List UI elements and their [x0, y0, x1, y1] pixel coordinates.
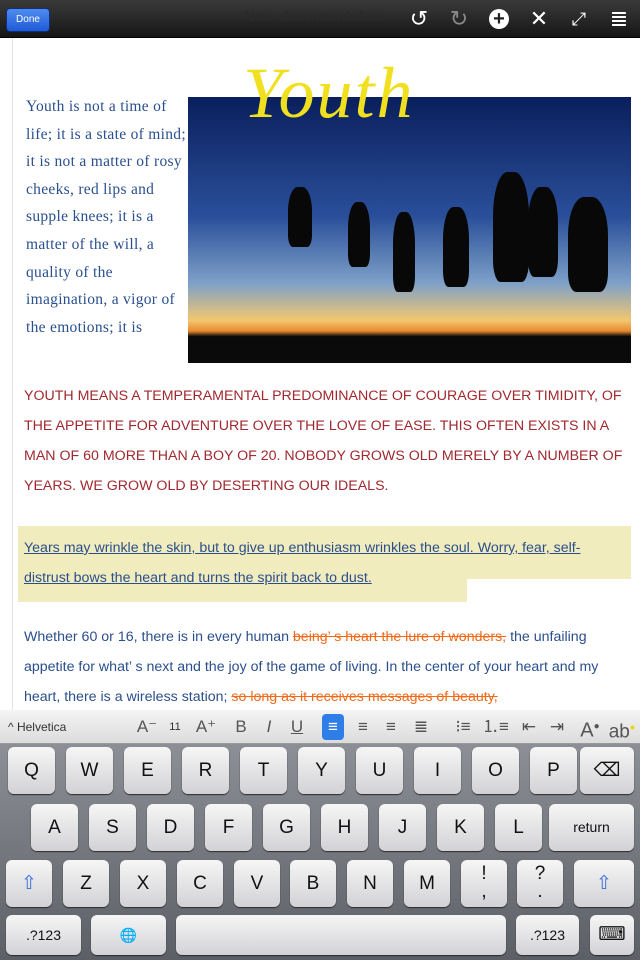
outdent-button[interactable]: ⇤	[518, 714, 540, 740]
align-center-button[interactable]: ≡	[352, 714, 374, 740]
font-picker[interactable]: ^ Helvetica	[8, 714, 66, 740]
document-title: New document.doc	[244, 8, 382, 25]
key-t[interactable]: T	[240, 747, 287, 794]
text-color-button[interactable]: A●	[578, 714, 602, 742]
key-m[interactable]: M	[404, 860, 450, 907]
key-j[interactable]: J	[379, 804, 426, 851]
key-g[interactable]: G	[263, 804, 310, 851]
numbers-key[interactable]: .?123	[6, 915, 81, 955]
align-right-button[interactable]: ≡	[380, 714, 402, 740]
key-b[interactable]: B	[290, 860, 336, 907]
align-left-button[interactable]: ≡	[322, 714, 344, 740]
key-a[interactable]: A	[31, 804, 78, 851]
hide-keyboard-key[interactable]: ⌨	[590, 915, 634, 955]
add-icon[interactable]: +	[486, 6, 512, 32]
font-size-decrease-button[interactable]: A⁻	[136, 714, 158, 740]
keyboard: Q W E R T Y U I O P ⌫ A S D F G H J K Lreturn ⇧ Z X C V B N M! ,? .…	[0, 744, 640, 960]
key-?.[interactable]: ? .	[517, 860, 563, 907]
highlighted-paragraph: Years may wrinkle the skin, but to give …	[24, 540, 581, 586]
key-z[interactable]: Z	[63, 860, 109, 907]
key-s[interactable]: S	[89, 804, 136, 851]
key-k[interactable]: K	[437, 804, 484, 851]
document-canvas[interactable]: Youth Youth is not a time of life; it is…	[12, 38, 640, 710]
menu-icon[interactable]: ≣	[606, 6, 632, 32]
shift-key[interactable]: ⇧	[6, 860, 52, 907]
space-key[interactable]	[176, 915, 506, 955]
globe-key[interactable]: 🌐	[91, 915, 166, 955]
done-button[interactable]: Done	[6, 8, 50, 32]
key-u[interactable]: U	[356, 747, 403, 794]
key-f[interactable]: F	[205, 804, 252, 851]
backspace-key[interactable]: ⌫	[580, 747, 634, 794]
return-key[interactable]: return	[549, 804, 634, 851]
numbers-key[interactable]: .?123	[516, 915, 579, 955]
indent-button[interactable]: ⇥	[546, 714, 568, 740]
left-column-text: Youth is not a time of life; it is a sta…	[26, 98, 186, 336]
key-x[interactable]: X	[120, 860, 166, 907]
key-o[interactable]: O	[472, 747, 519, 794]
key-l[interactable]: L	[495, 804, 542, 851]
shift-key[interactable]: ⇧	[574, 860, 634, 907]
key-n[interactable]: N	[347, 860, 393, 907]
format-bar: ^ Helvetica A⁻ 11 A⁺ B I U ≡ ≡ ≡ ≣ ⁝≡ ⒈≡…	[0, 710, 640, 744]
bullet-list-button[interactable]: ⁝≡	[452, 714, 474, 740]
key-p[interactable]: P	[530, 747, 577, 794]
image-title: Youth	[243, 53, 415, 133]
font-size-value: 11	[169, 721, 181, 733]
numbered-list-button[interactable]: ⒈≡	[482, 714, 509, 740]
youth-photo	[188, 97, 631, 363]
key-i[interactable]: I	[414, 747, 461, 794]
key-w[interactable]: W	[66, 747, 113, 794]
justify-button[interactable]: ≣	[410, 714, 432, 740]
key-h[interactable]: H	[321, 804, 368, 851]
caps-paragraph: YOUTH MEANS A TEMPERAMENTAL PREDOMINANCE…	[24, 388, 623, 494]
key-e[interactable]: E	[124, 747, 171, 794]
underline-button[interactable]: U	[286, 714, 308, 740]
key-c[interactable]: C	[177, 860, 223, 907]
key-q[interactable]: Q	[8, 747, 55, 794]
key-y[interactable]: Y	[298, 747, 345, 794]
redo-icon[interactable]: ↻	[446, 6, 472, 32]
bold-button[interactable]: B	[230, 714, 252, 740]
undo-icon[interactable]: ↺	[406, 6, 432, 32]
last-paragraph: Whether 60 or 16, there is in every huma…	[24, 629, 599, 705]
strikethrough-text: being’ s heart the lure of wonders,	[292, 629, 507, 645]
italic-button[interactable]: I	[258, 714, 280, 740]
key-v[interactable]: V	[234, 860, 280, 907]
top-toolbar: Done New document.doc ↺ ↻ + ✕ ⤢ ≣	[0, 0, 640, 38]
key-!,[interactable]: ! ,	[461, 860, 507, 907]
key-d[interactable]: D	[147, 804, 194, 851]
highlight-color-button[interactable]: ab●	[608, 714, 636, 742]
key-r[interactable]: R	[182, 747, 229, 794]
strikethrough-text: so long as it receives messages of beaut…	[231, 689, 498, 705]
font-size-increase-button[interactable]: A⁺	[194, 714, 218, 740]
tools-icon[interactable]: ✕	[526, 6, 552, 32]
fullscreen-icon[interactable]: ⤢	[566, 6, 592, 32]
